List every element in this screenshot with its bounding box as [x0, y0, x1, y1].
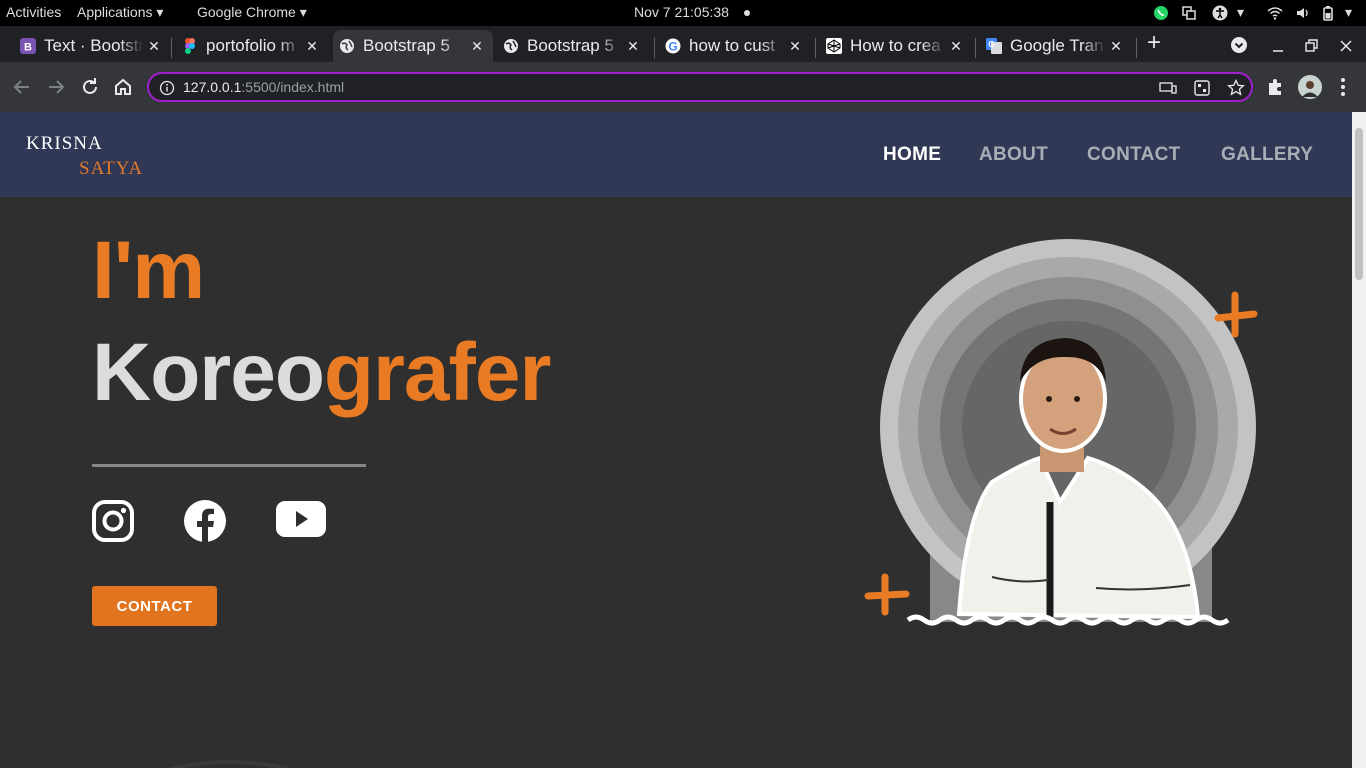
system-top-bar: Activities Applications ▾ Google Chrome …	[0, 0, 1366, 26]
wifi-icon[interactable]	[1267, 5, 1283, 21]
url-text[interactable]: 127.0.0.1:5500/index.html	[183, 79, 344, 95]
youtube-icon[interactable]	[276, 500, 326, 538]
chevron-down-icon: ▾	[299, 4, 307, 20]
tab-title: How to crea	[850, 36, 941, 55]
tab-search-icon[interactable]	[1230, 36, 1248, 54]
instagram-icon[interactable]	[92, 500, 134, 542]
codepen-icon	[826, 38, 842, 54]
tab-title: Bootstrap 5	[363, 36, 450, 55]
url-path: :5500/index.html	[241, 79, 345, 95]
app-menu[interactable]: Google Chrome ▾	[197, 4, 307, 21]
tab-google-translate[interactable]: G Google Tran ✕	[980, 30, 1132, 62]
contact-button[interactable]: CONTACT	[92, 586, 217, 626]
reload-icon[interactable]	[78, 75, 102, 99]
forward-icon[interactable]	[44, 75, 68, 99]
tab-separator	[975, 38, 976, 58]
tab-separator	[654, 38, 655, 58]
svg-text:G: G	[668, 40, 677, 54]
url-host: 127.0.0.1	[183, 79, 242, 95]
bootstrap-icon: B	[20, 38, 36, 54]
hero-divider	[92, 464, 366, 467]
tab-text-bootstrap[interactable]: B Text · Bootstrap ✕	[14, 30, 170, 62]
brand-first-name[interactable]: KRISNA	[26, 133, 103, 155]
translate-page-icon[interactable]	[1193, 79, 1211, 97]
tab-separator	[171, 38, 172, 58]
decorative-arc	[167, 760, 293, 768]
back-icon[interactable]	[10, 75, 34, 99]
svg-text:G: G	[988, 40, 994, 49]
hero-title: Koreografer	[92, 326, 551, 420]
close-window-icon[interactable]	[1338, 38, 1354, 54]
whatsapp-icon[interactable]	[1153, 5, 1169, 21]
close-tab-icon[interactable]: ✕	[302, 38, 322, 55]
close-tab-icon[interactable]: ✕	[1106, 38, 1126, 55]
google-icon: G	[665, 38, 681, 54]
avatar[interactable]	[1298, 75, 1322, 99]
google-translate-icon: G	[986, 38, 1002, 54]
activities-button[interactable]: Activities	[6, 4, 61, 20]
globe-icon	[504, 39, 518, 53]
tab-title: Bootstrap 5	[527, 36, 614, 55]
site-info-icon[interactable]	[159, 80, 175, 96]
volume-icon[interactable]	[1295, 5, 1311, 21]
hero-title-part-a: Koreo	[92, 327, 325, 418]
tab-separator	[1136, 38, 1137, 58]
tab-codepen[interactable]: How to crea ✕	[820, 30, 972, 62]
web-page: KRISNA SATYA HOME ABOUT CONTACT GALLERY …	[0, 112, 1352, 768]
tab-bootstrap-active[interactable]: Bootstrap 5 ✕	[333, 30, 493, 62]
close-tab-icon[interactable]: ✕	[144, 38, 164, 55]
notification-dot-icon: ●	[742, 4, 752, 20]
minimize-icon[interactable]	[1270, 38, 1286, 54]
close-tab-icon[interactable]: ✕	[467, 38, 487, 55]
figma-icon	[185, 38, 195, 54]
chevron-down-icon: ▾	[156, 4, 164, 20]
accessibility-icon[interactable]	[1212, 5, 1228, 21]
nav-gallery[interactable]: GALLERY	[1221, 144, 1313, 166]
window-switch-icon[interactable]	[1181, 5, 1197, 21]
restore-icon[interactable]	[1304, 38, 1320, 54]
applications-menu[interactable]: Applications ▾	[77, 4, 163, 21]
hero-portrait	[864, 239, 1258, 626]
address-bar[interactable]: 127.0.0.1:5500/index.html	[147, 72, 1253, 102]
menu-dots-icon[interactable]	[1331, 75, 1355, 99]
tab-title: Text · Bootstrap	[44, 36, 144, 55]
tab-separator	[815, 38, 816, 58]
bookmark-star-icon[interactable]	[1227, 79, 1245, 97]
scrollbar-thumb[interactable]	[1355, 128, 1363, 280]
new-tab-button[interactable]: +	[1147, 30, 1161, 56]
tab-strip: B Text · Bootstrap ✕ portofolio m ✕ Boot…	[0, 26, 1366, 62]
brand-last-name[interactable]: SATYA	[79, 158, 143, 180]
extensions-icon[interactable]	[1263, 75, 1287, 99]
tab-title: how to cust	[689, 36, 775, 55]
facebook-icon[interactable]	[184, 500, 226, 542]
tab-google-search[interactable]: G how to cust ✕	[659, 30, 811, 62]
cast-icon[interactable]	[1159, 80, 1177, 96]
close-tab-icon[interactable]: ✕	[946, 38, 966, 55]
battery-icon[interactable]	[1320, 5, 1336, 21]
close-tab-icon[interactable]: ✕	[785, 38, 805, 55]
close-tab-icon[interactable]: ✕	[623, 38, 643, 55]
site-navbar: KRISNA SATYA HOME ABOUT CONTACT GALLERY	[0, 112, 1352, 197]
tab-bootstrap[interactable]: Bootstrap 5 ✕	[497, 30, 649, 62]
chevron-down-icon[interactable]: ▾	[1345, 4, 1352, 21]
tab-portfolio[interactable]: portofolio m ✕	[176, 30, 328, 62]
applications-label: Applications	[77, 4, 153, 20]
home-icon[interactable]	[111, 75, 135, 99]
nav-home[interactable]: HOME	[883, 144, 941, 166]
chevron-down-icon[interactable]: ▾	[1237, 4, 1244, 21]
tab-title: Google Tran	[1010, 36, 1104, 55]
nav-contact[interactable]: CONTACT	[1087, 144, 1181, 166]
clock-text: Nov 7 21:05:38	[634, 4, 729, 20]
page-scrollbar[interactable]	[1352, 112, 1366, 768]
app-menu-label: Google Chrome	[197, 4, 296, 20]
tab-title: portofolio m	[206, 36, 295, 55]
hero-intro: I'm	[92, 225, 205, 316]
globe-icon	[340, 39, 354, 53]
nav-about[interactable]: ABOUT	[979, 144, 1048, 166]
svg-text:B: B	[24, 42, 32, 54]
clock[interactable]: Nov 7 21:05:38 ●	[634, 4, 751, 20]
hero-title-part-b: grafer	[323, 327, 551, 418]
